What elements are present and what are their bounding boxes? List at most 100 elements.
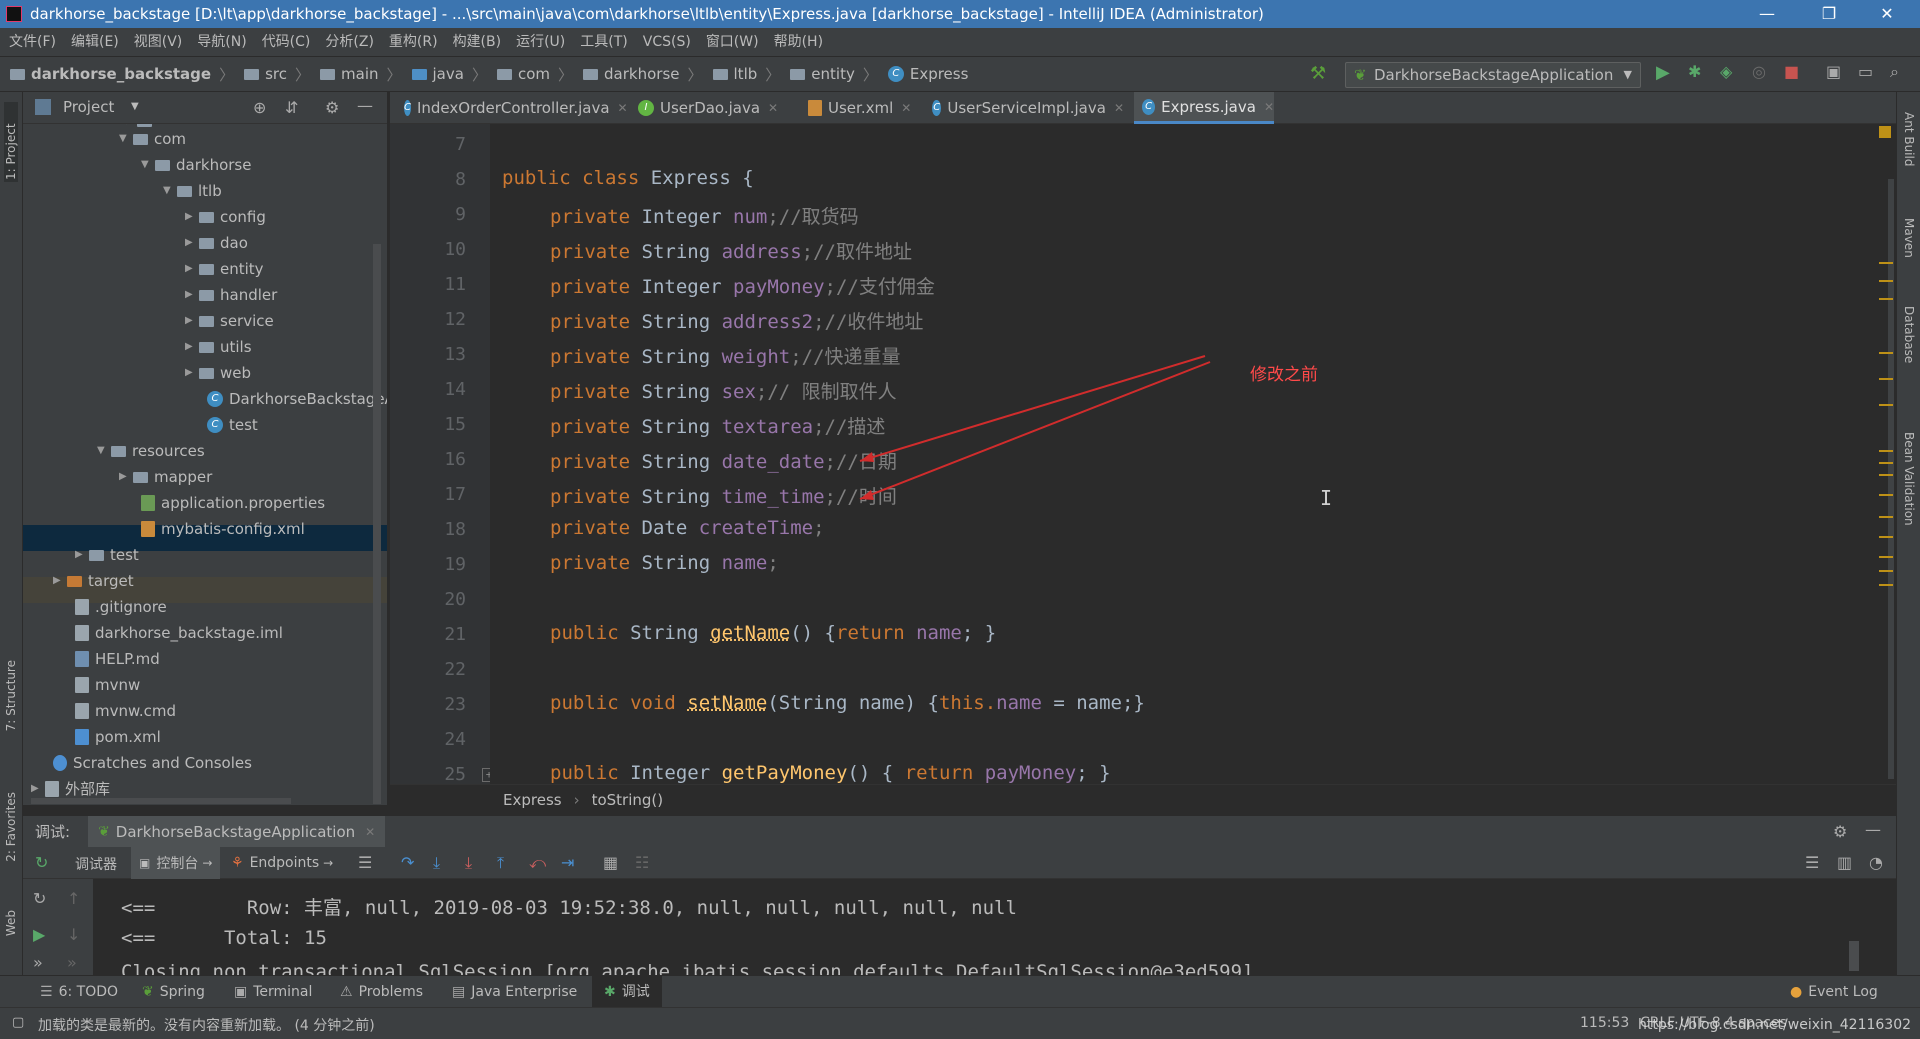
breadcrumb-src[interactable]: src 〉	[244, 64, 310, 85]
close-tab-icon[interactable]: ✕	[1114, 92, 1124, 124]
tree-item-dao[interactable]: ▶ dao	[185, 230, 248, 256]
tree-item-resources[interactable]: ▼ resources	[97, 438, 205, 464]
close-tab-icon[interactable]: ✕	[768, 92, 778, 124]
warning-marker[interactable]	[1879, 404, 1893, 406]
warning-marker[interactable]	[1879, 516, 1893, 518]
tab-express[interactable]: C Express.java ✕	[1134, 92, 1274, 124]
performance-gauge-icon[interactable]: ◔	[1869, 853, 1883, 872]
run-configuration-select[interactable]: ❦ DarkhorseBackstageApplication ▼	[1345, 62, 1641, 88]
tree-item-com[interactable]: ▼ com	[119, 126, 186, 152]
tree-item-ltlb[interactable]: ▼ ltlb	[163, 178, 222, 204]
warning-marker[interactable]	[1879, 462, 1893, 464]
breadcrumb-main[interactable]: main 〉	[320, 64, 402, 85]
restore-button[interactable]: ❐	[1806, 0, 1852, 28]
debug-bug-icon[interactable]: ✱	[1688, 62, 1701, 81]
breadcrumb-darkhorse[interactable]: darkhorse 〉	[583, 64, 703, 85]
close-button[interactable]: ✕	[1864, 0, 1910, 28]
editor-scrollbar[interactable]	[1888, 179, 1894, 779]
gear-icon[interactable]: ⚙	[1833, 822, 1847, 841]
collapse-all-icon[interactable]: ⇵	[285, 98, 298, 117]
tool-window-bean-validation[interactable]: Bean Validation	[1902, 432, 1916, 526]
warning-marker[interactable]	[1879, 536, 1893, 538]
caret-position[interactable]: 115:53	[1580, 1015, 1629, 1031]
menu-vcs[interactable]: VCS(S)	[643, 28, 691, 56]
hide-panel-icon[interactable]: —	[357, 96, 373, 115]
tool-window-todo[interactable]: ☰ 6: TODO	[40, 976, 118, 1008]
frames-icon[interactable]: ☰	[358, 853, 372, 872]
profile-icon[interactable]: ◎	[1752, 62, 1766, 81]
gear-icon[interactable]: ⚙	[325, 98, 339, 117]
tab-user-dao[interactable]: I UserDao.java ✕	[630, 92, 796, 124]
tool-window-debug[interactable]: ✱ 调试	[592, 976, 662, 1008]
menu-file[interactable]: 文件(F)	[9, 28, 56, 56]
menu-refactor[interactable]: 重构(R)	[389, 28, 438, 56]
tree-item-darkhorse[interactable]: ▼ darkhorse	[141, 152, 251, 178]
tab-index-order-controller[interactable]: C IndexOrderController.java ✕	[396, 92, 628, 124]
project-view-select[interactable]: Project	[63, 98, 114, 116]
breadcrumb-method[interactable]: toString()	[592, 791, 664, 809]
tree-item-config[interactable]: ▶ config	[185, 204, 266, 230]
breadcrumb-com[interactable]: com 〉	[496, 64, 573, 85]
resume-icon[interactable]: ▶	[33, 925, 45, 944]
locate-icon[interactable]: ⊕	[253, 98, 266, 117]
tab-user-xml[interactable]: User.xml ✕	[800, 92, 920, 124]
close-tab-icon[interactable]: ✕	[901, 92, 911, 124]
menu-edit[interactable]: 编辑(E)	[71, 28, 119, 56]
menu-help[interactable]: 帮助(H)	[774, 28, 823, 56]
run-icon[interactable]: ▶	[1656, 62, 1670, 83]
warning-marker[interactable]	[1879, 450, 1893, 452]
tool-window-maven[interactable]: Maven	[1902, 218, 1916, 258]
tree-item-scratches[interactable]: Scratches and Consoles	[53, 750, 252, 776]
tool-window-structure[interactable]: 7: Structure	[4, 660, 18, 731]
tab-debugger[interactable]: 调试器	[75, 854, 117, 874]
tree-item-utils[interactable]: ▶ utils	[185, 334, 252, 360]
tree-vertical-scrollbar[interactable]	[373, 244, 381, 804]
warning-marker[interactable]	[1879, 556, 1893, 558]
step-over-icon[interactable]: ↷	[401, 853, 414, 872]
menu-run[interactable]: 运行(U)	[516, 28, 565, 56]
warning-marker[interactable]	[1879, 352, 1893, 354]
menu-window[interactable]: 窗口(W)	[706, 28, 759, 56]
layout-list-icon[interactable]: ☰	[1805, 853, 1819, 872]
more-icon[interactable]: »	[33, 953, 43, 972]
restore-layout-icon[interactable]: ▥	[1837, 853, 1852, 872]
tree-item-entity[interactable]: ▶ entity	[185, 256, 264, 282]
tool-window-project[interactable]: 1: Project	[4, 102, 18, 182]
coverage-icon[interactable]: ◈	[1720, 62, 1732, 81]
tool-window-favorites[interactable]: 2: Favorites	[4, 792, 18, 862]
menu-analyze[interactable]: 分析(Z)	[325, 28, 374, 56]
build-hammer-icon[interactable]: ⚒	[1310, 63, 1326, 84]
breadcrumb-class[interactable]: Express	[503, 791, 562, 809]
warning-marker[interactable]	[1879, 262, 1893, 264]
breadcrumb-ltlb[interactable]: ltlb 〉	[712, 64, 780, 85]
warning-marker[interactable]	[1879, 280, 1893, 282]
tree-item-test-class[interactable]: Ctest	[207, 412, 258, 438]
breadcrumb-entity[interactable]: entity 〉	[790, 64, 878, 85]
tool-window-web[interactable]: Web	[4, 910, 18, 936]
code-editor[interactable]: public class Express { private Integer n…	[490, 124, 1880, 784]
run-to-cursor-icon[interactable]: ⇥	[561, 853, 574, 872]
drop-frame-icon[interactable]: ⤺	[529, 853, 546, 873]
warning-marker[interactable]	[1879, 570, 1893, 572]
console-scrollbar[interactable]	[1849, 941, 1859, 971]
project-structure-icon[interactable]: ▣	[1826, 62, 1841, 81]
tool-window-database[interactable]: Database	[1902, 306, 1916, 363]
force-step-into-icon[interactable]: ⤓	[465, 853, 472, 873]
menu-tools[interactable]: 工具(T)	[580, 28, 627, 56]
close-tab-icon[interactable]: ✕	[365, 825, 375, 839]
tree-item-mybatis-config[interactable]: mybatis-config.xml	[141, 516, 305, 542]
tool-window-problems[interactable]: ⚠ Problems	[340, 976, 423, 1008]
tool-window-spring[interactable]: ❦ Spring	[142, 976, 205, 1008]
close-tab-icon[interactable]: ✕	[618, 92, 628, 124]
breadcrumb-express[interactable]: C Express	[887, 65, 968, 83]
event-log-button[interactable]: ● Event Log	[1790, 976, 1878, 1008]
step-into-icon[interactable]: ⤓	[433, 853, 440, 873]
tree-item-application-class[interactable]: C DarkhorseBackstageA	[207, 386, 387, 412]
hide-panel-icon[interactable]: —	[1865, 820, 1881, 839]
minimize-button[interactable]: —	[1744, 0, 1790, 28]
tab-console[interactable]: ▣ 控制台 →	[131, 847, 221, 879]
menu-navigate[interactable]: 导航(N)	[197, 28, 246, 56]
status-toggle-icon[interactable]: ▢	[12, 1015, 24, 1030]
tree-item-pom-xml[interactable]: pom.xml	[75, 724, 161, 750]
tool-window-java-enterprise[interactable]: ▤ Java Enterprise	[452, 976, 577, 1008]
